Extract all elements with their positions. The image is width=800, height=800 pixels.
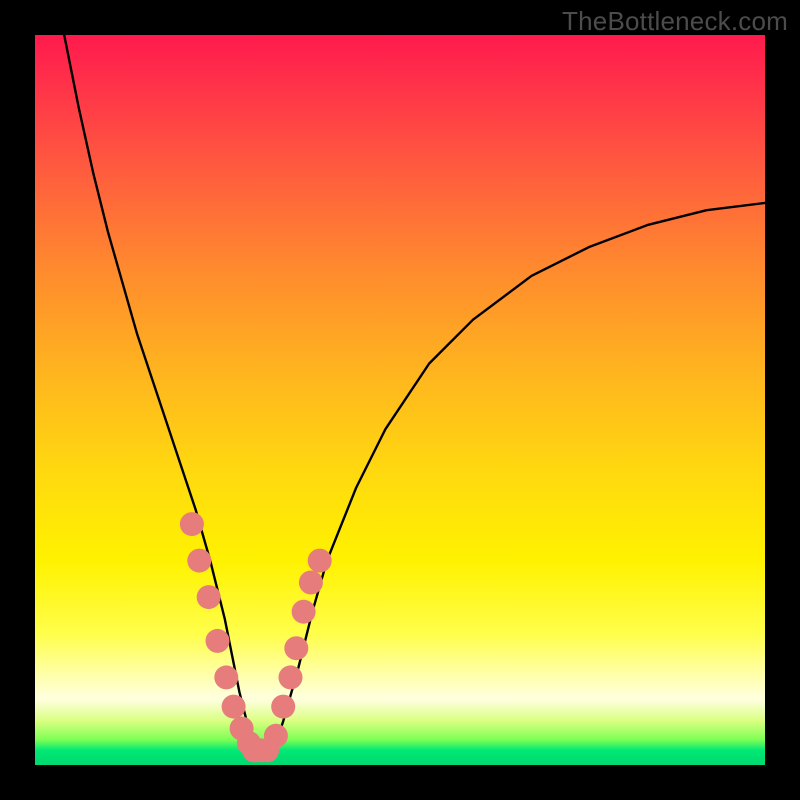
data-marker (214, 665, 238, 689)
curve-line (64, 35, 765, 750)
data-marker (308, 549, 332, 573)
plot-area (35, 35, 765, 765)
data-marker (206, 629, 230, 653)
data-markers (180, 512, 332, 762)
data-marker (197, 585, 221, 609)
chart-frame: TheBottleneck.com (0, 0, 800, 800)
data-marker (187, 549, 211, 573)
data-marker (279, 665, 303, 689)
data-marker (292, 600, 316, 624)
data-marker (180, 512, 204, 536)
chart-svg (35, 35, 765, 765)
data-marker (264, 724, 288, 748)
data-marker (222, 695, 246, 719)
watermark-text: TheBottleneck.com (562, 6, 788, 37)
data-marker (271, 695, 295, 719)
data-marker (299, 571, 323, 595)
data-marker (284, 636, 308, 660)
